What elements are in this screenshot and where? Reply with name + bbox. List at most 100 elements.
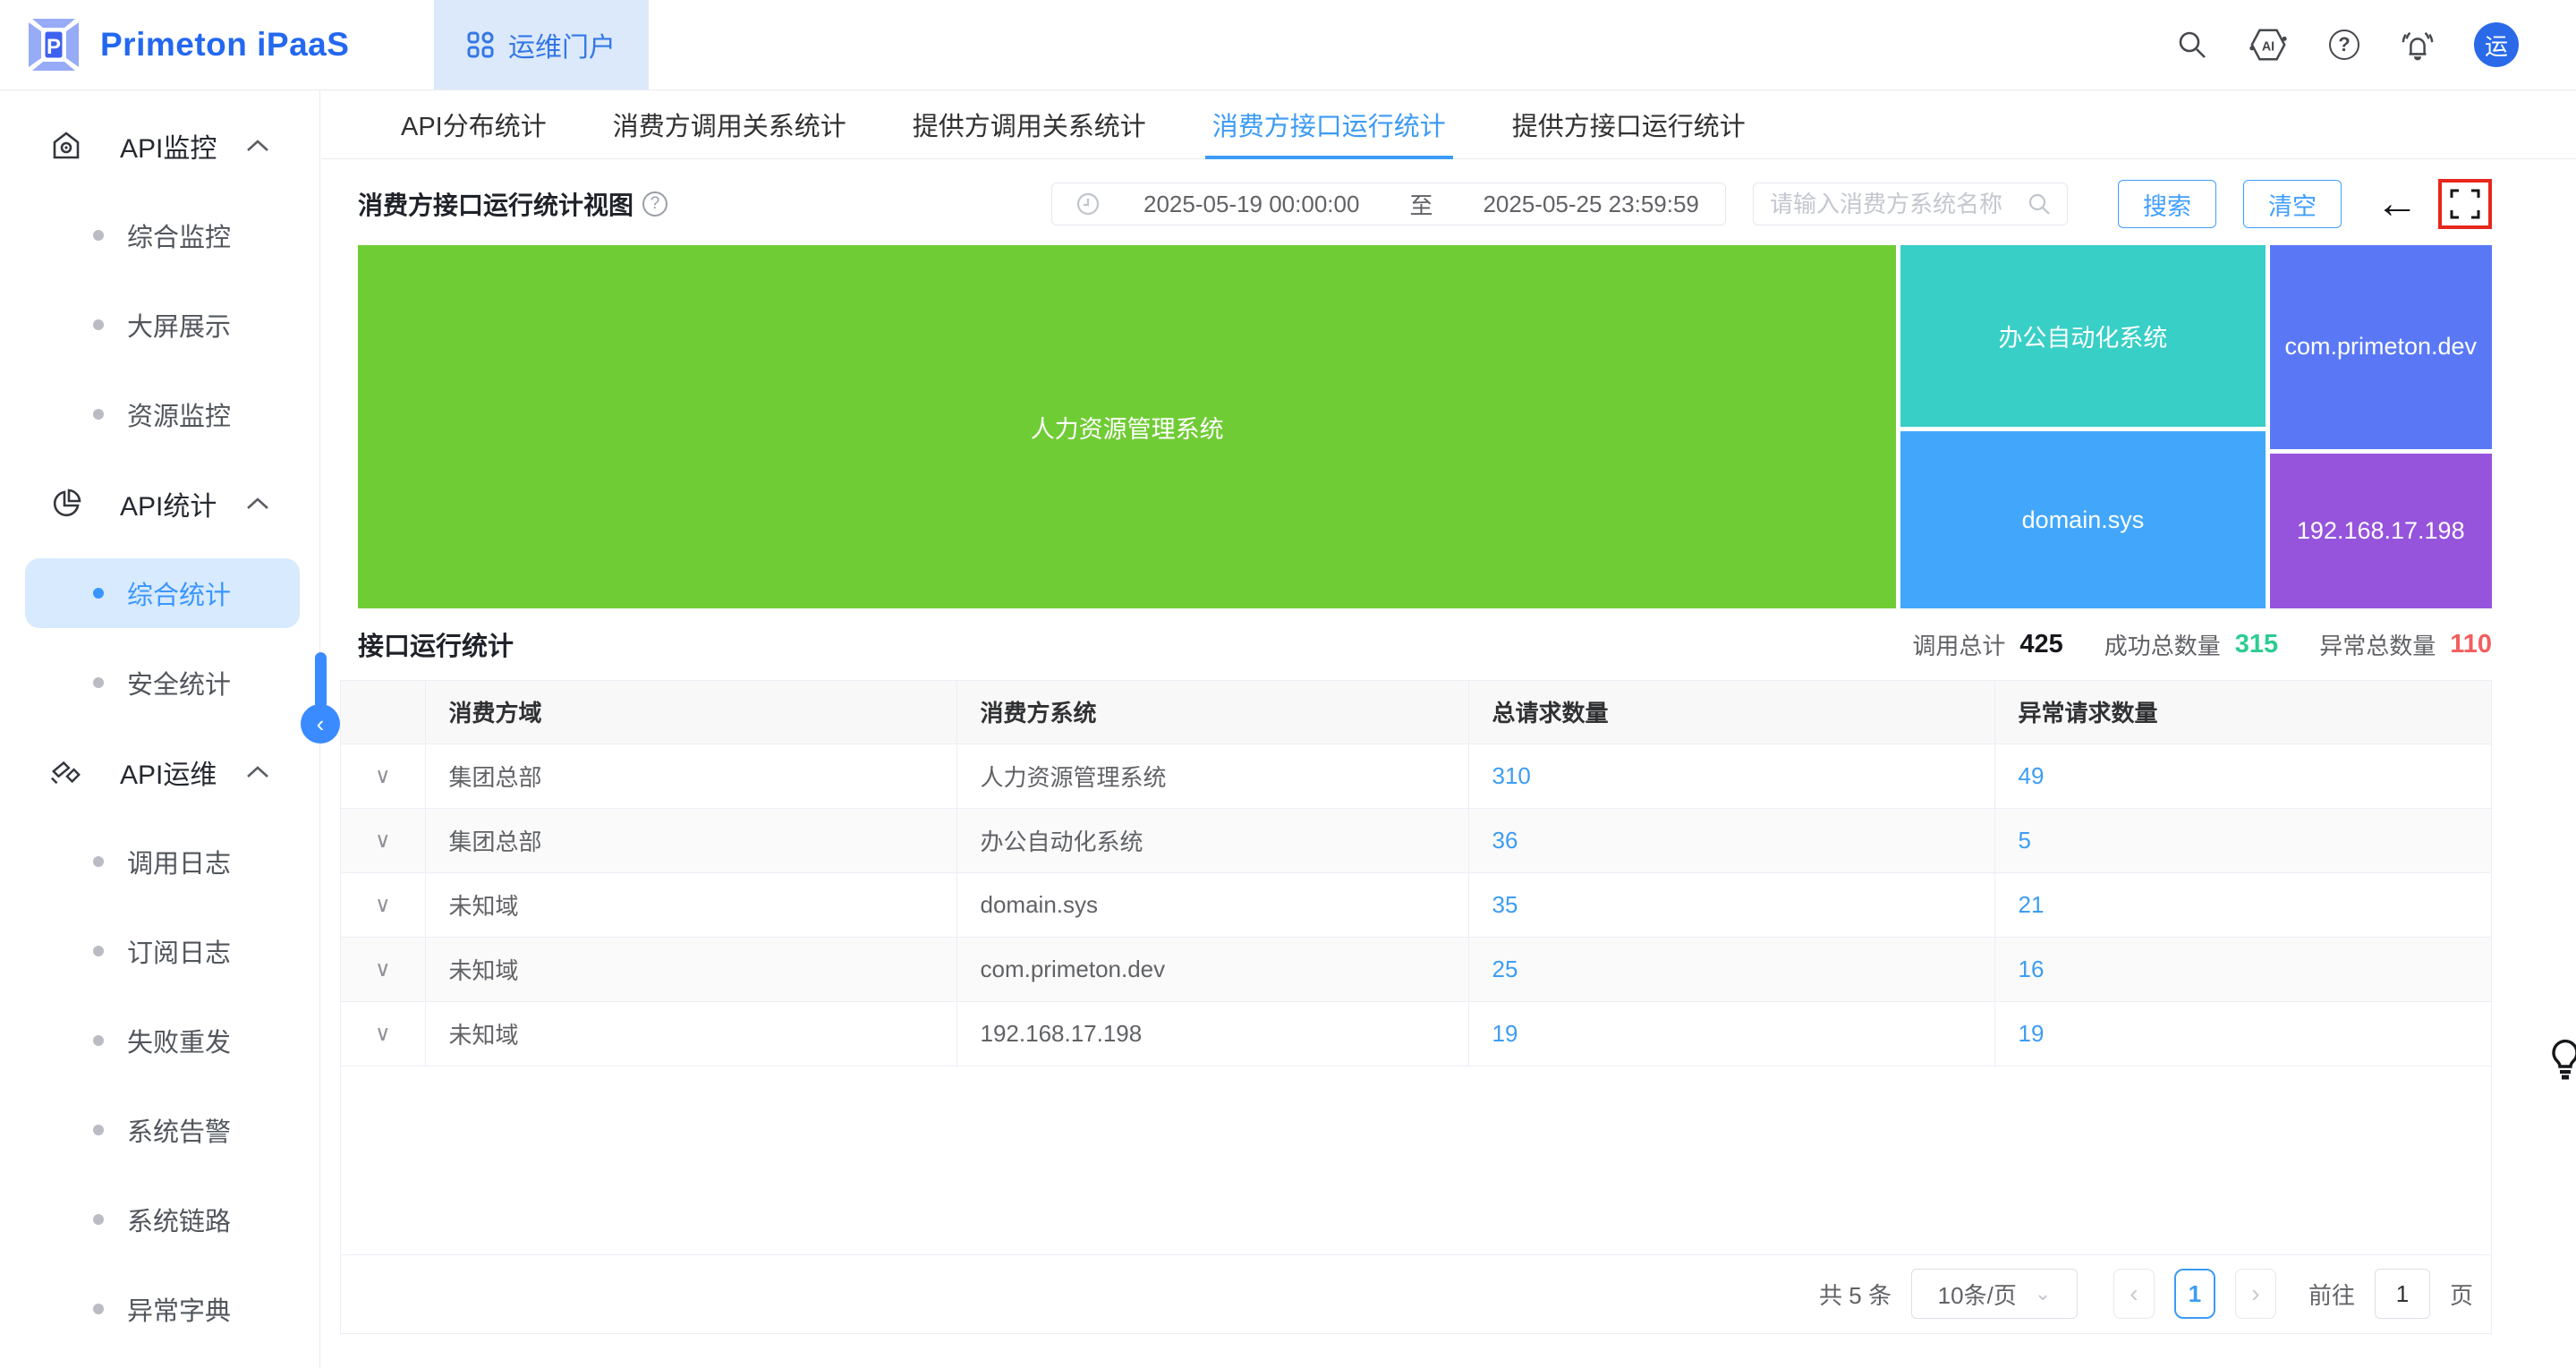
sidebar-item-system-alert[interactable]: 系统告警	[0, 1085, 319, 1175]
table-header-row: 消费方域 消费方系统 总请求数量 异常请求数量	[341, 681, 2491, 743]
sidebar-collapse-button[interactable]: ‹	[301, 704, 340, 743]
search-button[interactable]: 搜索	[2118, 180, 2216, 228]
cell-total-requests-link[interactable]: 25	[1468, 937, 1994, 1001]
current-page-button[interactable]: 1	[2174, 1269, 2215, 1319]
consumer-system-treemap: 人力资源管理系统 办公自动化系统 domain.sys com.primeton…	[358, 245, 2492, 608]
notification-bell-icon[interactable]	[2401, 28, 2435, 62]
run-stats-header: 接口运行统计 调用总计425 成功总数量315 异常总数量110	[321, 608, 2576, 680]
tab-provider-call-relation[interactable]: 提供方调用关系统计	[913, 90, 1146, 158]
cell-total-requests-link[interactable]: 19	[1468, 1001, 1994, 1066]
chevron-down-icon: ⌄	[2035, 1282, 2051, 1305]
row-expand-icon[interactable]: ∨	[341, 808, 425, 872]
cell-consumer-system: 办公自动化系统	[956, 808, 1468, 872]
expand-column-header	[341, 681, 425, 743]
cell-consumer-domain: 集团总部	[425, 743, 956, 808]
cell-error-requests-link[interactable]: 21	[1994, 872, 2491, 937]
table-row: ∨ 集团总部 人力资源管理系统 310 49	[341, 743, 2491, 808]
lightbulb-tip-icon[interactable]	[2547, 1038, 2576, 1086]
sidebar-item-system-link[interactable]: 系统链路	[0, 1175, 319, 1264]
treemap-node-com-primeton-dev[interactable]: com.primeton.dev	[2270, 245, 2492, 449]
sidebar-item-fail-retry[interactable]: 失败重发	[0, 996, 319, 1085]
cell-error-requests-link[interactable]: 49	[1994, 743, 2491, 808]
sidebar-item-call-logs[interactable]: 调用日志	[0, 817, 319, 906]
sidebar-item-composite-monitor[interactable]: 综合监控	[0, 191, 319, 280]
back-arrow-icon[interactable]: ←	[2376, 183, 2419, 225]
cell-total-requests-link[interactable]: 35	[1468, 872, 1994, 937]
page-size-select[interactable]: 10条/页 ⌄	[1911, 1269, 2078, 1319]
prev-page-button[interactable]: ‹	[2113, 1269, 2155, 1319]
date-start: 2025-05-19 00:00:00	[1143, 191, 1359, 218]
treemap-node-oa-system[interactable]: 办公自动化系统	[1900, 245, 2265, 427]
sidebar-section-api-stats[interactable]: API统计	[0, 459, 319, 548]
chevron-up-icon	[246, 140, 269, 152]
sidebar-item-big-screen[interactable]: 大屏展示	[0, 280, 319, 370]
row-expand-icon[interactable]: ∨	[341, 1001, 425, 1066]
row-expand-icon[interactable]: ∨	[341, 937, 425, 1001]
row-expand-icon[interactable]: ∨	[341, 743, 425, 808]
date-end: 2025-05-25 23:59:59	[1483, 191, 1698, 218]
table-row: ∨ 集团总部 办公自动化系统 36 5	[341, 808, 2491, 872]
cell-consumer-domain: 未知域	[425, 937, 956, 1001]
tab-api-distribution[interactable]: API分布统计	[401, 90, 547, 158]
summary-stats: 调用总计425 成功总数量315 异常总数量110	[1912, 628, 2492, 661]
pie-chart-icon	[50, 488, 82, 520]
treemap-node-hr-system[interactable]: 人力资源管理系统	[358, 245, 1896, 608]
run-stats-table-card: 消费方域 消费方系统 总请求数量 异常请求数量 ∨ 集团总部 人力资源管理系统 …	[340, 680, 2492, 1334]
search-input[interactable]	[1770, 191, 2028, 218]
cell-total-requests-link[interactable]: 36	[1468, 808, 1994, 872]
cell-consumer-system: com.primeton.dev	[956, 937, 1468, 1001]
portal-tab-label: 运维门户	[508, 25, 616, 64]
cell-error-requests-link[interactable]: 5	[1994, 808, 2491, 872]
row-expand-icon[interactable]: ∨	[341, 872, 425, 937]
cell-error-requests-link[interactable]: 19	[1994, 1001, 2491, 1066]
portal-tab-ops[interactable]: 运维门户	[434, 0, 649, 89]
table-row: ∨ 未知域 com.primeton.dev 25 16	[341, 937, 2491, 1001]
search-icon[interactable]	[2175, 28, 2209, 62]
sidebar-section-api-ops[interactable]: API运维	[0, 727, 319, 817]
help-icon[interactable]	[2327, 28, 2361, 62]
ai-assistant-icon[interactable]: AI	[2249, 27, 2288, 63]
sidebar-item-exception-dict[interactable]: 异常字典	[0, 1264, 319, 1354]
page-unit-label: 页	[2450, 1278, 2473, 1311]
cell-total-requests-link[interactable]: 310	[1468, 743, 1994, 808]
chevron-up-icon	[246, 766, 269, 778]
col-total-requests: 总请求数量	[1468, 681, 1994, 743]
bullet-dot	[93, 588, 104, 599]
error-total-label: 异常总数量	[2319, 628, 2436, 661]
tab-consumer-call-relation[interactable]: 消费方调用关系统计	[613, 90, 846, 158]
goto-page-input[interactable]	[2375, 1269, 2430, 1319]
filter-toolbar: 消费方接口运行统计视图 2025-05-19 00:00:00 至 2025-0…	[321, 166, 2576, 242]
logo-icon: P	[25, 17, 82, 72]
sidebar-item-subscribe-logs[interactable]: 订阅日志	[0, 906, 319, 996]
date-separator: 至	[1409, 188, 1433, 221]
sidebar-item-composite-stats[interactable]: 综合统计	[0, 548, 319, 638]
treemap-node-domain-sys[interactable]: domain.sys	[1900, 431, 2265, 608]
fullscreen-button-highlighted[interactable]	[2438, 179, 2492, 229]
top-bar: P Primeton iPaaS 运维门户 AI	[0, 0, 2576, 90]
goto-label: 前往	[2308, 1278, 2355, 1311]
home-monitor-icon	[50, 130, 82, 162]
tab-consumer-api-run[interactable]: 消费方接口运行统计	[1212, 90, 1446, 158]
view-title: 消费方接口运行统计视图	[358, 186, 633, 222]
date-range-picker[interactable]: 2025-05-19 00:00:00 至 2025-05-25 23:59:5…	[1051, 183, 1726, 225]
next-page-button[interactable]: ›	[2235, 1269, 2276, 1319]
cell-consumer-domain: 未知域	[425, 1001, 956, 1066]
consumer-system-search	[1753, 183, 2068, 225]
app-title: Primeton iPaaS	[100, 26, 349, 64]
treemap-node-ip-192-168-17-198[interactable]: 192.168.17.198	[2270, 454, 2492, 608]
clear-button[interactable]: 清空	[2243, 180, 2342, 228]
user-avatar[interactable]: 运	[2474, 22, 2519, 67]
sidebar-section-api-monitor[interactable]: API监控	[0, 101, 319, 191]
sidebar-item-resource-monitor[interactable]: 资源监控	[0, 370, 319, 459]
ops-tool-icon	[50, 756, 82, 788]
sidebar-collapse-bar[interactable]	[315, 652, 327, 709]
main-content: API分布统计 消费方调用关系统计 提供方调用关系统计 消费方接口运行统计 提供…	[321, 90, 2576, 1368]
app-logo: P Primeton iPaaS	[25, 17, 349, 72]
tab-provider-api-run[interactable]: 提供方接口运行统计	[1512, 90, 1746, 158]
cell-error-requests-link[interactable]: 16	[1994, 937, 2491, 1001]
topbar-actions: AI 运	[2175, 22, 2519, 67]
success-total-value: 315	[2235, 630, 2278, 659]
sidebar-item-security-stats[interactable]: 安全统计	[0, 638, 319, 727]
question-circle-icon[interactable]	[642, 191, 667, 217]
success-total-label: 成功总数量	[2104, 628, 2221, 661]
